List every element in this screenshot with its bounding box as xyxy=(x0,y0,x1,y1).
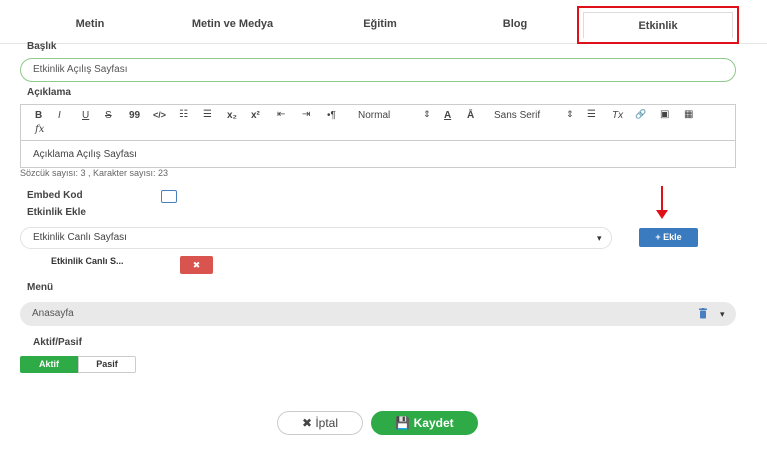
cancel-button[interactable]: ✖ İptal xyxy=(277,411,363,435)
add-event-button[interactable]: + Ekle xyxy=(639,228,698,247)
save-button[interactable]: 💾 Kaydet xyxy=(371,411,478,435)
event-add-label: Etkinlik Ekle xyxy=(27,207,86,218)
tab-etkinlik[interactable]: Etkinlik xyxy=(577,6,739,44)
superscript-icon[interactable]: x² xyxy=(251,110,260,121)
tab-etkinlik-label: Etkinlik xyxy=(638,20,678,32)
heading-caret-icon: ⇕ xyxy=(423,109,431,119)
red-arrow-icon xyxy=(656,210,668,219)
menu-select[interactable]: Anasayfa ▾ xyxy=(20,302,736,326)
editor-toolbar: B I U S 99 </> ☷ ☰ x₂ x² ⇤ ⇥ •¶ Normal ⇕… xyxy=(21,105,735,141)
indent-icon[interactable]: ⇥ xyxy=(302,109,310,120)
menu-select-value: Anasayfa xyxy=(32,308,74,319)
embed-label: Embed Kod xyxy=(27,190,83,201)
bullet-list-icon[interactable]: ☰ xyxy=(203,109,212,120)
formula-icon[interactable]: fx xyxy=(35,124,44,135)
font-select[interactable]: Sans Serif xyxy=(494,110,540,121)
event-select-value: Etkinlik Canlı Sayfası xyxy=(33,232,127,243)
ordered-list-icon[interactable]: ☷ xyxy=(179,109,188,120)
rich-text-editor: B I U S 99 </> ☷ ☰ x₂ x² ⇤ ⇥ •¶ Normal ⇕… xyxy=(20,104,736,168)
video-icon[interactable]: ▦ xyxy=(684,109,693,120)
align-icon[interactable]: ☰ xyxy=(587,109,596,120)
direction-icon[interactable]: •¶ xyxy=(327,110,336,121)
tab-blog[interactable]: Blog xyxy=(480,4,550,44)
title-label: Başlık xyxy=(27,41,57,52)
embed-checkbox[interactable] xyxy=(161,190,177,203)
event-select[interactable]: Etkinlik Canlı Sayfası ▾ xyxy=(20,227,612,249)
tab-egitim[interactable]: Eğitim xyxy=(345,4,415,44)
italic-icon[interactable]: I xyxy=(58,110,61,121)
font-caret-icon: ⇕ xyxy=(566,109,574,119)
underline-icon[interactable]: U xyxy=(82,110,89,121)
link-icon[interactable]: 🔗 xyxy=(635,109,646,120)
red-arrow-shaft xyxy=(661,186,663,212)
active-toggle-button[interactable]: Aktif xyxy=(20,356,78,373)
font-color-icon[interactable]: A xyxy=(444,110,451,121)
tab-metin-ve-medya[interactable]: Metin ve Medya xyxy=(170,4,295,44)
tab-metin[interactable]: Metin xyxy=(60,4,120,44)
heading-select[interactable]: Normal xyxy=(358,110,390,121)
tab-bar: Metin Metin ve Medya Eğitim Blog Etkinli… xyxy=(0,4,767,44)
subscript-icon[interactable]: x₂ xyxy=(227,110,237,121)
image-icon[interactable]: ▣ xyxy=(660,109,669,120)
chevron-down-icon: ▾ xyxy=(720,309,725,319)
word-count: Sözcük sayısı: 3 , Karakter sayısı: 23 xyxy=(20,168,169,178)
outdent-icon[interactable]: ⇤ xyxy=(277,109,285,120)
passive-toggle-button[interactable]: Pasif xyxy=(78,356,136,373)
remove-event-button[interactable]: ✖ xyxy=(180,256,213,274)
trash-icon[interactable] xyxy=(698,308,708,319)
code-icon[interactable]: </> xyxy=(153,110,166,120)
chevron-down-icon: ▾ xyxy=(597,233,602,243)
status-toggle: Aktif Pasif xyxy=(20,356,136,373)
title-input[interactable]: Etkinlik Açılış Sayfası xyxy=(20,58,736,82)
quote-icon[interactable]: 99 xyxy=(129,110,140,121)
background-color-icon[interactable]: Ā xyxy=(467,110,474,121)
description-label: Açıklama xyxy=(27,87,71,98)
clear-format-icon[interactable]: Tx xyxy=(612,110,623,121)
bold-icon[interactable]: B xyxy=(35,110,42,121)
menu-label: Menü xyxy=(27,282,54,293)
editor-content[interactable]: Açıklama Açılış Sayfası xyxy=(33,149,137,160)
event-item-name: Etkinlik Canlı S... xyxy=(51,256,124,266)
status-label: Aktif/Pasif xyxy=(33,337,82,348)
strike-icon[interactable]: S xyxy=(105,110,112,121)
